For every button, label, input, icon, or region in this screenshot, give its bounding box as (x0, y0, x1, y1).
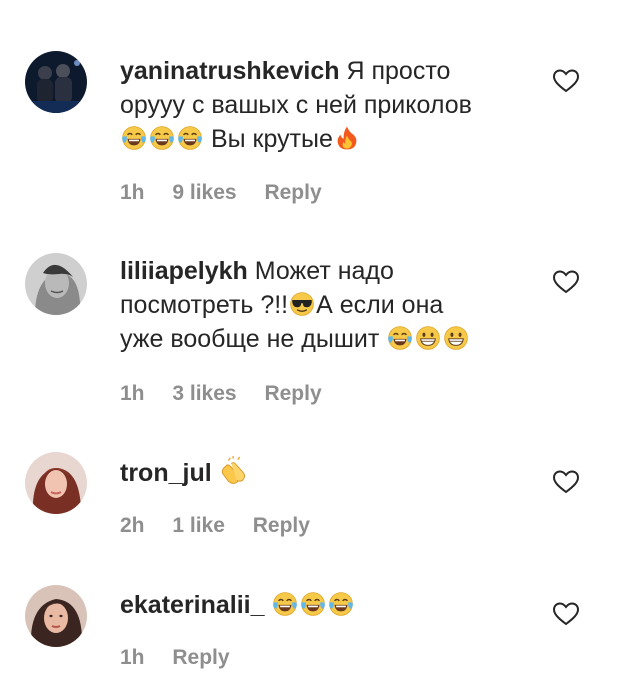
reply-button[interactable]: Reply (253, 514, 310, 537)
comment-time[interactable]: 1h (120, 181, 145, 204)
smiling-face-with-sunglasses-emoji (289, 291, 315, 317)
face-with-tears-of-joy-emoji (387, 325, 413, 351)
grinning-face-emoji (415, 325, 441, 351)
reply-button[interactable]: Reply (172, 646, 229, 669)
heart-icon[interactable] (553, 470, 579, 494)
comment-text-line: уже вообще не дышит (120, 325, 380, 353)
comment-text: yaninatrushkevich Я просто орууу с вашых… (120, 54, 520, 156)
comment-text: liliiapelykh Может надо посмотреть ?!! А … (120, 254, 520, 356)
heart-icon[interactable] (553, 602, 579, 626)
comment-text-line: Вы крутые (210, 125, 333, 153)
comment-meta: 2h 1 like Reply (120, 514, 332, 538)
comment-likes[interactable]: 3 likes (172, 382, 236, 405)
avatar[interactable] (25, 585, 87, 647)
comment-likes[interactable]: 1 like (172, 514, 225, 537)
comment-text: tron_jul (120, 455, 520, 490)
comment-likes[interactable]: 9 likes (172, 181, 236, 204)
face-with-tears-of-joy-emoji (149, 125, 175, 151)
face-with-tears-of-joy-emoji (328, 591, 354, 617)
comment-username[interactable]: liliiapelykh (120, 257, 248, 285)
comment-time[interactable]: 2h (120, 514, 145, 537)
comment-meta: 1h 9 likes Reply (120, 181, 344, 205)
reply-button[interactable]: Reply (264, 382, 321, 405)
comment-list: yaninatrushkevich Я просто орууу с вашых… (0, 0, 620, 686)
face-with-tears-of-joy-emoji (121, 125, 147, 151)
comment-time[interactable]: 1h (120, 646, 145, 669)
comment-username[interactable]: ekaterinalii_ (120, 591, 265, 619)
comment-text-line: А если она (316, 291, 444, 319)
face-with-tears-of-joy-emoji (272, 591, 298, 617)
comment-time[interactable]: 1h (120, 382, 145, 405)
face-with-tears-of-joy-emoji (300, 591, 326, 617)
fire-emoji (334, 125, 360, 151)
clapping-hands-emoji (220, 455, 250, 485)
avatar[interactable] (25, 452, 87, 514)
heart-icon[interactable] (553, 69, 579, 93)
heart-icon[interactable] (553, 270, 579, 294)
comment-meta: 1h 3 likes Reply (120, 382, 344, 406)
comment-text-line: посмотреть ?!! (120, 291, 289, 319)
comment-text-line: Может надо (254, 257, 394, 285)
reply-button[interactable]: Reply (264, 181, 321, 204)
comment-meta: 1h Reply (120, 646, 252, 670)
face-with-tears-of-joy-emoji (177, 125, 203, 151)
comment-text-line: Я просто (346, 57, 451, 85)
comment-username[interactable]: yaninatrushkevich (120, 57, 340, 85)
avatar[interactable] (25, 253, 87, 315)
comment-text: ekaterinalii_ (120, 588, 520, 622)
avatar[interactable] (25, 51, 87, 113)
comment-text-line: орууу с вашых с ней приколов (120, 91, 472, 119)
grinning-face-emoji (443, 325, 469, 351)
comment-username[interactable]: tron_jul (120, 459, 212, 487)
